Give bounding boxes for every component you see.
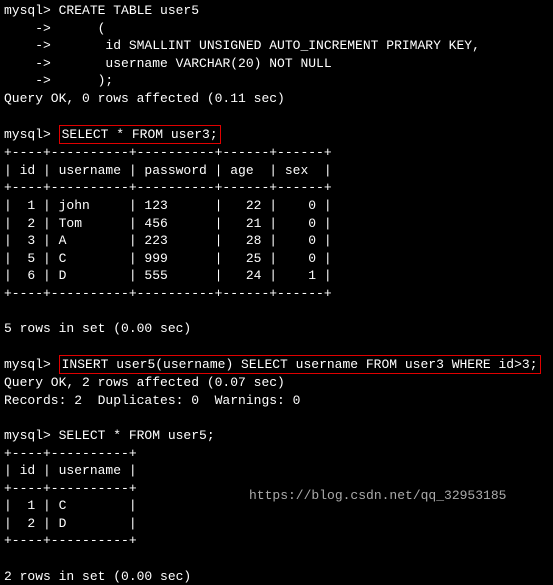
prompt: mysql> bbox=[4, 3, 51, 18]
cont-prompt: -> bbox=[4, 73, 51, 88]
watermark-url: https://blog.csdn.net/qq_32953185 bbox=[249, 487, 506, 505]
table-row: | 1 | C | bbox=[4, 498, 137, 513]
table-row: | 5 | C | 999 | 25 | 0 | bbox=[4, 251, 332, 266]
table-row: | 1 | john | 123 | 22 | 0 | bbox=[4, 198, 332, 213]
table-border: +----+----------+----------+------+-----… bbox=[4, 286, 332, 301]
result-line: Query OK, 2 rows affected (0.07 sec) bbox=[4, 375, 285, 390]
sql-line: ); bbox=[51, 73, 113, 88]
sql-line: id SMALLINT UNSIGNED AUTO_INCREMENT PRIM… bbox=[51, 38, 480, 53]
highlighted-sql: INSERT user5(username) SELECT username F… bbox=[59, 355, 541, 375]
result-line: 2 rows in set (0.00 sec) bbox=[4, 569, 191, 584]
table-row: | 2 | Tom | 456 | 21 | 0 | bbox=[4, 216, 332, 231]
sql-line: ( bbox=[51, 21, 106, 36]
cont-prompt: -> bbox=[4, 21, 51, 36]
result-line: 5 rows in set (0.00 sec) bbox=[4, 321, 191, 336]
cont-prompt: -> bbox=[4, 38, 51, 53]
table-border: +----+----------+----------+------+-----… bbox=[4, 180, 332, 195]
table-row: | 6 | D | 555 | 24 | 1 | bbox=[4, 268, 332, 283]
result-line: Query OK, 0 rows affected (0.11 sec) bbox=[4, 91, 285, 106]
table-border: +----+----------+ bbox=[4, 446, 137, 461]
table-row: | 3 | A | 223 | 28 | 0 | bbox=[4, 233, 332, 248]
table-border: +----+----------+ bbox=[4, 481, 137, 496]
cont-prompt: -> bbox=[4, 56, 51, 71]
sql-line: username VARCHAR(20) NOT NULL bbox=[51, 56, 332, 71]
prompt: mysql> bbox=[4, 127, 51, 142]
prompt: mysql> bbox=[4, 357, 51, 372]
prompt: mysql> bbox=[4, 428, 51, 443]
table-border: +----+----------+----------+------+-----… bbox=[4, 145, 332, 160]
result-line: Records: 2 Duplicates: 0 Warnings: 0 bbox=[4, 393, 300, 408]
table-border: +----+----------+ bbox=[4, 533, 137, 548]
highlighted-sql: SELECT * FROM user3; bbox=[59, 125, 221, 145]
table-header: | id | username | password | age | sex | bbox=[4, 163, 332, 178]
sql-line: CREATE TABLE user5 bbox=[51, 3, 199, 18]
table-header: | id | username | bbox=[4, 463, 137, 478]
sql-line: SELECT * FROM user5; bbox=[51, 428, 215, 443]
table-row: | 2 | D | bbox=[4, 516, 137, 531]
